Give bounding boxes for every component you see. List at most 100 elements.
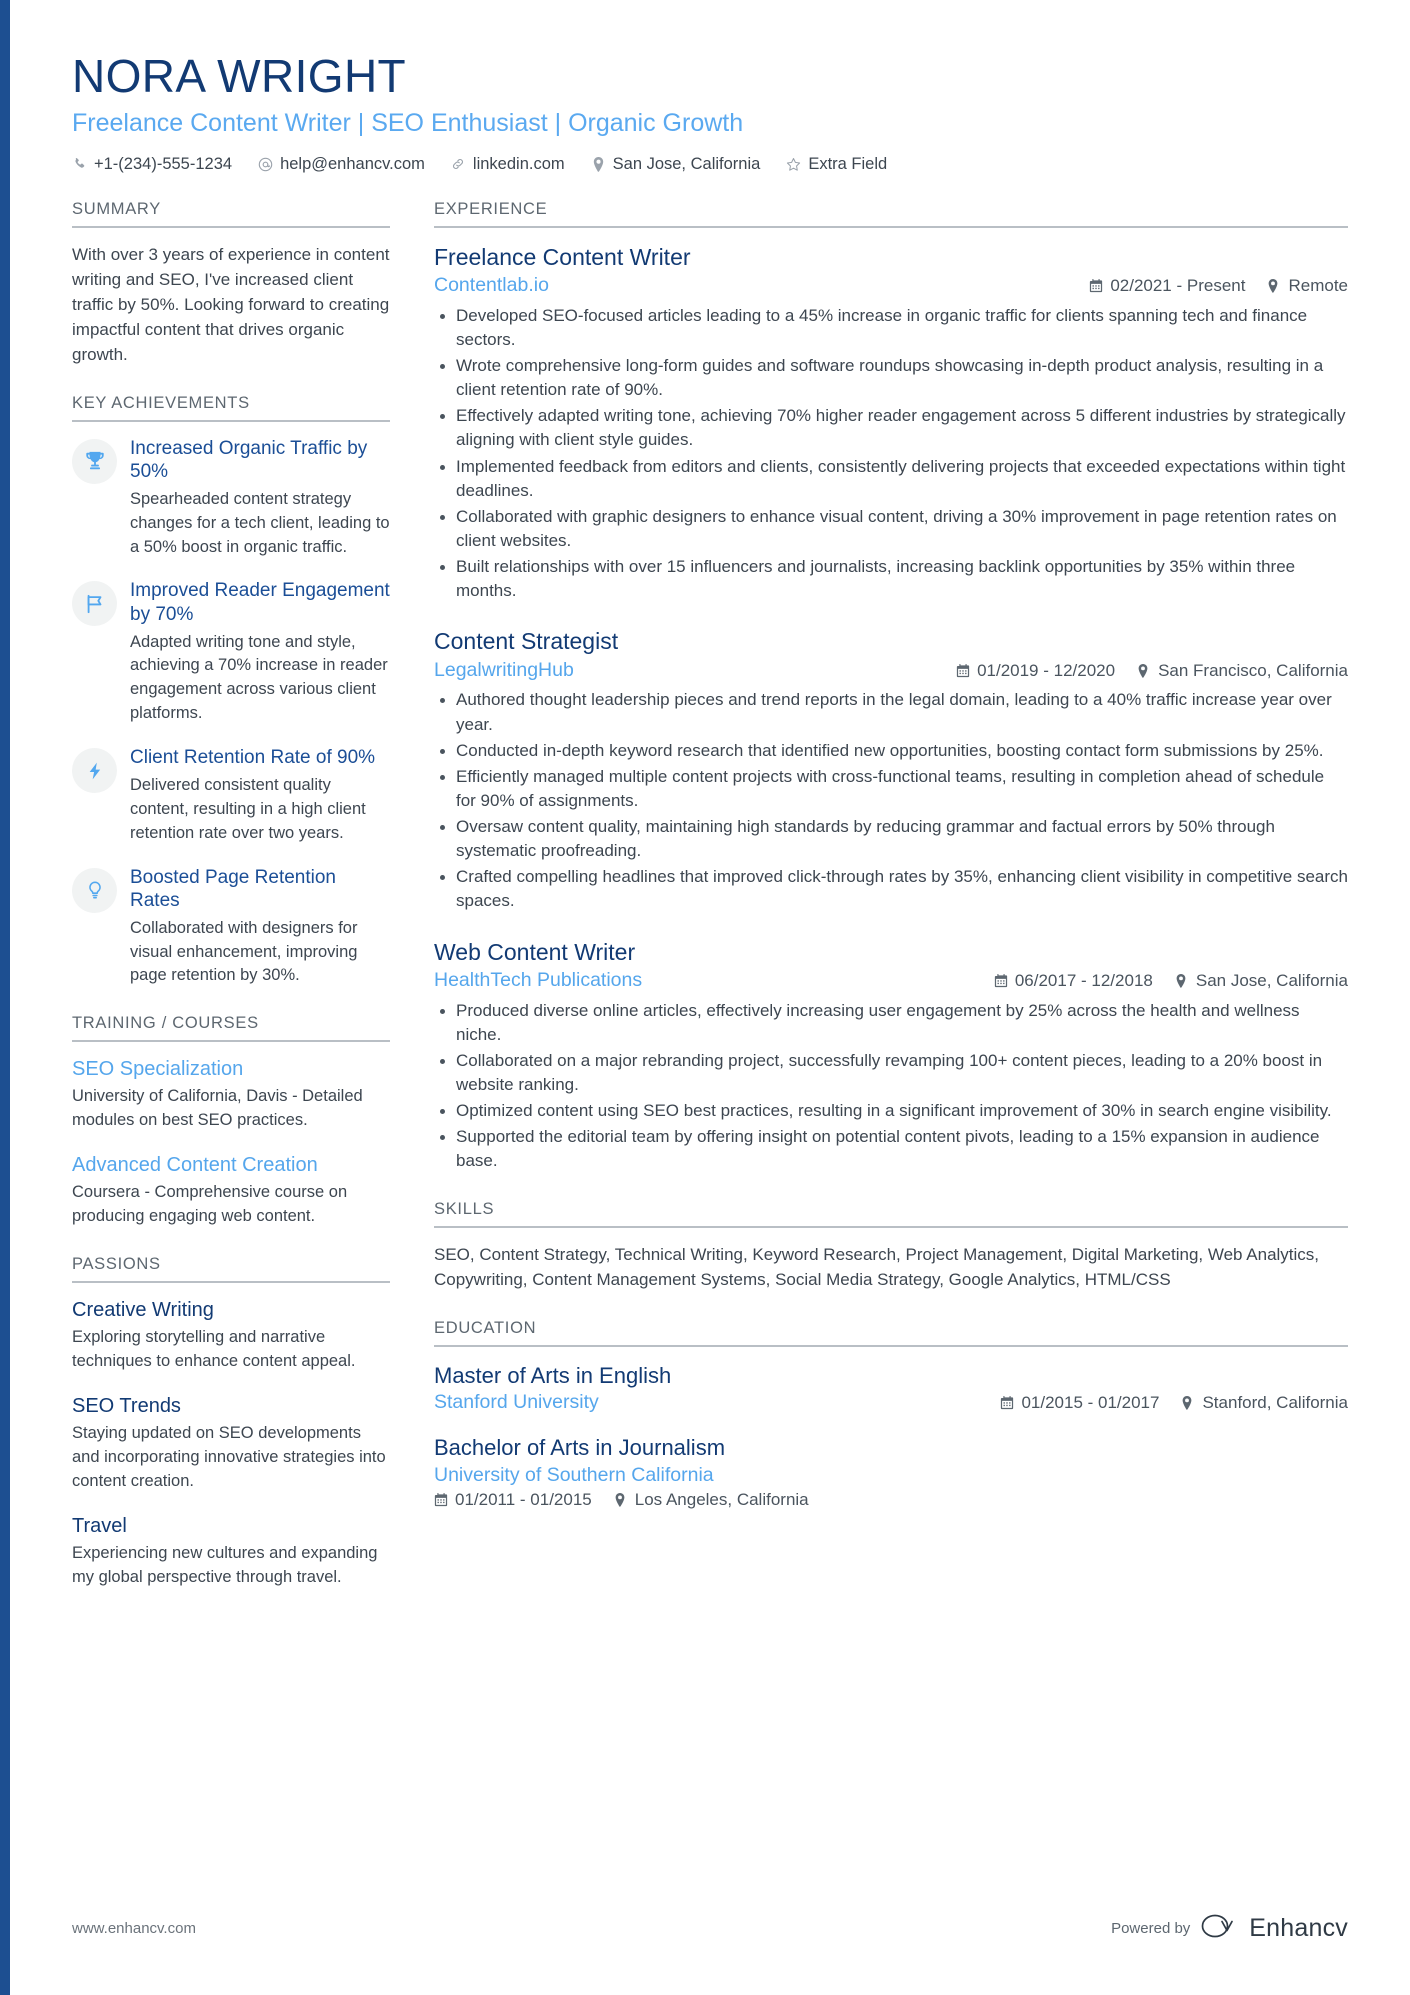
passion-title: SEO Trends	[72, 1394, 181, 1417]
experience-item: Freelance Content Writer Contentlab.io 0…	[434, 243, 1348, 604]
education-location-text: Los Angeles, California	[634, 1489, 809, 1509]
calendar-icon	[994, 974, 1008, 989]
enhancv-logo: Enhancv	[1201, 1913, 1348, 1943]
education-school[interactable]: Stanford University	[434, 1391, 978, 1414]
achievement-item: Boosted Page Retention Rates Collaborate…	[72, 866, 390, 989]
lightbulb-icon	[72, 867, 117, 913]
job-location-text: Remote	[1288, 276, 1348, 296]
job-bullet: Authored thought leadership pieces and t…	[434, 688, 1348, 736]
powered-by-label: Powered by	[1111, 1919, 1191, 1937]
achievement-desc: Adapted writing tone and style, achievin…	[130, 632, 388, 723]
job-role: Web Content Writer	[434, 938, 636, 965]
job-bullet: Implemented feedback from editors and cl…	[434, 455, 1348, 503]
job-company[interactable]: Contentlab.io	[434, 274, 1067, 297]
job-dates-text: 06/2017 - 12/2018	[1014, 971, 1153, 991]
section-training-courses: TRAINING / COURSES SEO Specialization Un…	[72, 1014, 390, 1229]
education-dates-text: 01/2015 - 01/2017	[1021, 1392, 1160, 1412]
section-skills: SKILLS SEO, Content Strategy, Technical …	[434, 1200, 1348, 1293]
section-title-skills: SKILLS	[434, 1200, 1348, 1228]
education-item: Master of Arts in English Stanford Unive…	[434, 1362, 1348, 1415]
headline: Freelance Content Writer | SEO Enthusias…	[72, 108, 744, 137]
left-accent-bar	[0, 0, 10, 1995]
location-pin-icon	[591, 156, 606, 172]
job-bullets: Authored thought leadership pieces and t…	[434, 688, 1348, 913]
achievement-item: Client Retention Rate of 90% Delivered c…	[72, 746, 390, 845]
job-role: Freelance Content Writer	[434, 243, 691, 270]
star-icon	[786, 156, 801, 172]
course-title: SEO Specialization	[72, 1058, 244, 1081]
link-icon	[451, 156, 466, 172]
phone-icon	[72, 156, 87, 172]
calendar-icon	[1089, 279, 1103, 294]
contact-email[interactable]: help@enhancv.com	[258, 155, 425, 174]
page-title: NORA WRIGHT	[72, 50, 407, 102]
contact-row: +1-(234)-555-1234 help@enhancv.com linke…	[72, 155, 1348, 174]
job-bullet: Crafted compelling headlines that improv…	[434, 865, 1348, 913]
job-bullet: Built relationships with over 15 influen…	[434, 555, 1348, 603]
job-location: Remote	[1267, 276, 1348, 296]
section-summary: SUMMARY With over 3 years of experience …	[72, 200, 390, 368]
achievement-title: Boosted Page Retention Rates	[130, 866, 336, 912]
footer-website[interactable]: www.enhancv.com	[72, 1920, 196, 1937]
education-school[interactable]: University of Southern California	[434, 1464, 1348, 1487]
section-title-summary: SUMMARY	[72, 200, 390, 228]
experience-item: Web Content Writer HealthTech Publicatio…	[434, 938, 1348, 1174]
education-degree: Bachelor of Arts in Journalism	[434, 1435, 726, 1461]
contact-extra-field-text: Extra Field	[808, 154, 888, 173]
job-company[interactable]: HealthTech Publications	[434, 969, 972, 992]
passion-desc: Experiencing new cultures and expanding …	[72, 1543, 378, 1586]
powered-by-block: Powered by Enhancv	[1111, 1913, 1348, 1943]
achievement-title: Improved Reader Engagement by 70%	[130, 580, 390, 625]
experience-item: Content Strategist LegalwritingHub 01/20…	[434, 627, 1348, 913]
job-bullet: Conducted in-depth keyword research that…	[434, 739, 1348, 763]
passion-desc: Staying updated on SEO developments and …	[72, 1423, 386, 1490]
section-title-experience: EXPERIENCE	[434, 200, 1348, 228]
job-dates-text: 02/2021 - Present	[1110, 276, 1246, 296]
job-location: San Jose, California	[1175, 971, 1348, 991]
section-passions: PASSIONS Creative Writing Exploring stor…	[72, 1255, 390, 1589]
job-bullet: Supported the editorial team by offering…	[434, 1125, 1348, 1173]
achievement-desc: Spearheaded content strategy changes for…	[130, 489, 390, 556]
education-dates-text: 01/2011 - 01/2015	[455, 1489, 592, 1509]
course-title: Advanced Content Creation	[72, 1154, 318, 1177]
lightning-bolt-icon	[72, 748, 117, 794]
passion-title: Travel	[72, 1514, 127, 1537]
job-bullet: Wrote comprehensive long-form guides and…	[434, 354, 1348, 402]
education-item: Bachelor of Arts in Journalism Universit…	[434, 1434, 1348, 1510]
page-footer: www.enhancv.com Powered by Enhancv	[72, 1913, 1348, 1943]
section-title-training-courses: TRAINING / COURSES	[72, 1014, 390, 1043]
calendar-icon	[434, 1492, 448, 1507]
contact-phone[interactable]: +1-(234)-555-1234	[72, 155, 232, 174]
email-icon	[258, 156, 273, 172]
passion-item: SEO Trends Staying updated on SEO develo…	[72, 1394, 390, 1494]
course-item: SEO Specialization University of Califor…	[72, 1057, 390, 1133]
contact-linkedin[interactable]: linkedin.com	[451, 155, 565, 174]
job-bullet: Produced diverse online articles, effect…	[434, 999, 1348, 1047]
location-pin-icon	[1175, 974, 1189, 989]
contact-location: San Jose, California	[591, 155, 760, 174]
job-bullet: Developed SEO-focused articles leading t…	[434, 304, 1348, 352]
left-column: SUMMARY With over 3 years of experience …	[72, 200, 390, 1616]
job-bullet: Oversaw content quality, maintaining hig…	[434, 815, 1348, 863]
section-experience: EXPERIENCE Freelance Content Writer Cont…	[434, 200, 1348, 1174]
job-dates: 02/2021 - Present	[1089, 276, 1245, 296]
location-pin-icon	[1181, 1395, 1195, 1410]
job-role: Content Strategist	[434, 628, 619, 655]
right-column: EXPERIENCE Freelance Content Writer Cont…	[434, 200, 1348, 1536]
location-pin-icon	[1137, 663, 1151, 678]
job-bullets: Produced diverse online articles, effect…	[434, 999, 1348, 1174]
job-company[interactable]: LegalwritingHub	[434, 659, 934, 682]
job-bullet: Collaborated with graphic designers to e…	[434, 505, 1348, 553]
job-bullets: Developed SEO-focused articles leading t…	[434, 304, 1348, 604]
job-bullet: Optimized content using SEO best practic…	[434, 1099, 1348, 1123]
contact-extra-field: Extra Field	[786, 155, 887, 174]
job-dates: 06/2017 - 12/2018	[994, 971, 1153, 991]
job-bullet: Effectively adapted writing tone, achiev…	[434, 404, 1348, 452]
summary-text: With over 3 years of experience in conte…	[72, 244, 390, 364]
course-desc: University of California, Davis - Detail…	[72, 1087, 363, 1130]
passion-desc: Exploring storytelling and narrative tec…	[72, 1328, 356, 1371]
education-location: Stanford, California	[1181, 1393, 1348, 1413]
resume-header: NORA WRIGHT Freelance Content Writer | S…	[72, 50, 1348, 174]
passion-item: Travel Experiencing new cultures and exp…	[72, 1514, 390, 1590]
achievement-title: Client Retention Rate of 90%	[130, 747, 376, 769]
